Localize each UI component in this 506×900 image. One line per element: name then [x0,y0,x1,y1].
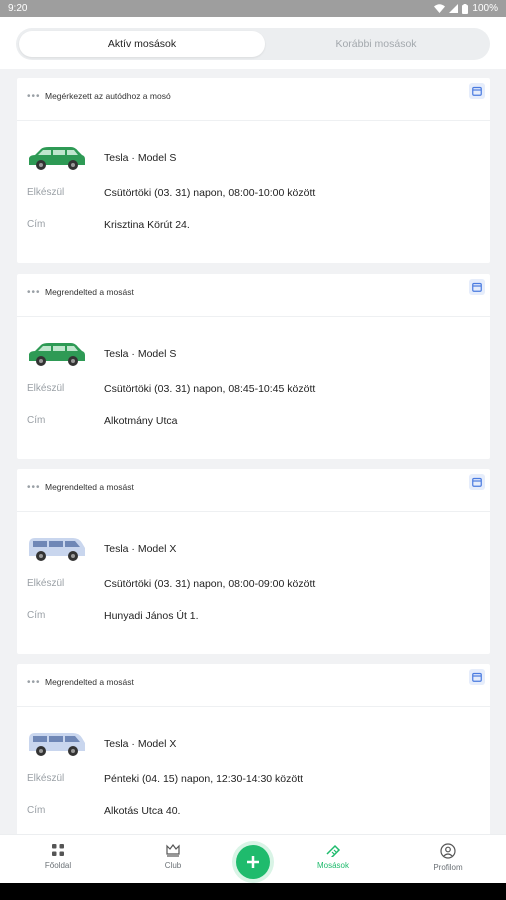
crown-icon [166,844,180,857]
prepare-label: Elkészül [27,773,65,784]
wash-card[interactable]: ••• Megrendelted a mosást Tesla · Model … [17,469,490,654]
car-name: Tesla · Model X [104,738,177,750]
address-label: Cím [27,805,46,816]
wash-time: Csütörtöki (03. 31) napon, 08:45-10:45 k… [104,383,316,395]
nav-washes-label: Mosások [316,861,349,870]
prepare-label: Elkészül [27,187,65,198]
wash-address: Alkotás Utca 40. [104,805,181,817]
wash-card[interactable]: ••• Megrendelted a mosást Tesla · Model … [17,664,490,849]
progress-dots-icon: ••• [27,91,41,102]
card-header: ••• Megrendelted a mosást [17,664,490,707]
status-bar: 9:20 100% [0,0,506,17]
wash-status: Megrendelted a mosást [45,287,134,297]
profile-icon [440,843,456,859]
card-header: ••• Megrendelted a mosást [17,469,490,512]
battery-icon [462,3,469,14]
car-blue-icon [29,733,85,756]
add-wash-button[interactable] [236,845,270,879]
prepare-label: Elkészül [27,383,65,394]
system-navigation-bar [0,883,506,900]
nav-washes[interactable]: Mosások [293,843,373,870]
tab-past-washes[interactable]: Korábbi mosások [265,31,487,57]
calendar-icon[interactable] [469,279,485,295]
address-label: Cím [27,219,46,230]
address-label: Cím [27,415,46,426]
address-label: Cím [27,610,46,621]
wash-card[interactable]: ••• Megérkezett az autódhoz a mosó Tesla… [17,78,490,263]
status-time: 9:20 [8,3,28,14]
wash-status: Megérkezett az autódhoz a mosó [45,91,171,101]
wash-card[interactable]: ••• Megrendelted a mosást Tesla · Model … [17,274,490,459]
nav-profile-label: Profilom [433,863,463,872]
car-green-icon [29,343,85,366]
progress-dots-icon: ••• [27,677,41,688]
prepare-label: Elkészül [27,578,65,589]
wifi-icon [434,4,446,13]
wash-status: Megrendelted a mosást [45,482,134,492]
calendar-icon[interactable] [469,474,485,490]
car-name: Tesla · Model X [104,543,177,555]
tab-switcher: Aktív mosások Korábbi mosások [16,28,490,60]
nav-home[interactable]: Főoldal [18,843,98,870]
nav-home-label: Főoldal [44,861,72,870]
calendar-icon[interactable] [469,669,485,685]
wash-spray-icon [326,844,341,857]
car-name: Tesla · Model S [104,348,177,360]
nav-profile[interactable]: Profilom [408,843,488,872]
car-green-icon [29,147,85,170]
card-header: ••• Megrendelted a mosást [17,274,490,317]
battery-percent: 100% [472,3,498,14]
car-name: Tesla · Model S [104,152,177,164]
wash-address: Hunyadi János Út 1. [104,610,199,622]
wash-status: Megrendelted a mosást [45,677,134,687]
wash-time: Pénteki (04. 15) napon, 12:30-14:30 közö… [104,773,304,785]
top-bar: Aktív mosások Korábbi mosások [0,17,506,69]
signal-icon [449,4,459,13]
calendar-icon[interactable] [469,83,485,99]
nav-club[interactable]: Club [133,843,213,870]
progress-dots-icon: ••• [27,287,41,298]
wash-address: Alkotmány Utca [104,415,178,427]
wash-time: Csütörtöki (03. 31) napon, 08:00-09:00 k… [104,578,316,590]
wash-time: Csütörtöki (03. 31) napon, 08:00-10:00 k… [104,187,316,199]
plus-icon [247,856,259,868]
car-blue-icon [29,538,85,561]
wash-address: Krisztina Körút 24. [104,219,190,231]
tab-active-washes[interactable]: Aktív mosások [19,31,265,57]
card-header: ••• Megérkezett az autódhoz a mosó [17,78,490,121]
grid-icon [52,844,64,856]
progress-dots-icon: ••• [27,482,41,493]
nav-club-label: Club [164,861,182,870]
bottom-navigation: Főoldal Club Mosások Profilom [0,834,506,883]
